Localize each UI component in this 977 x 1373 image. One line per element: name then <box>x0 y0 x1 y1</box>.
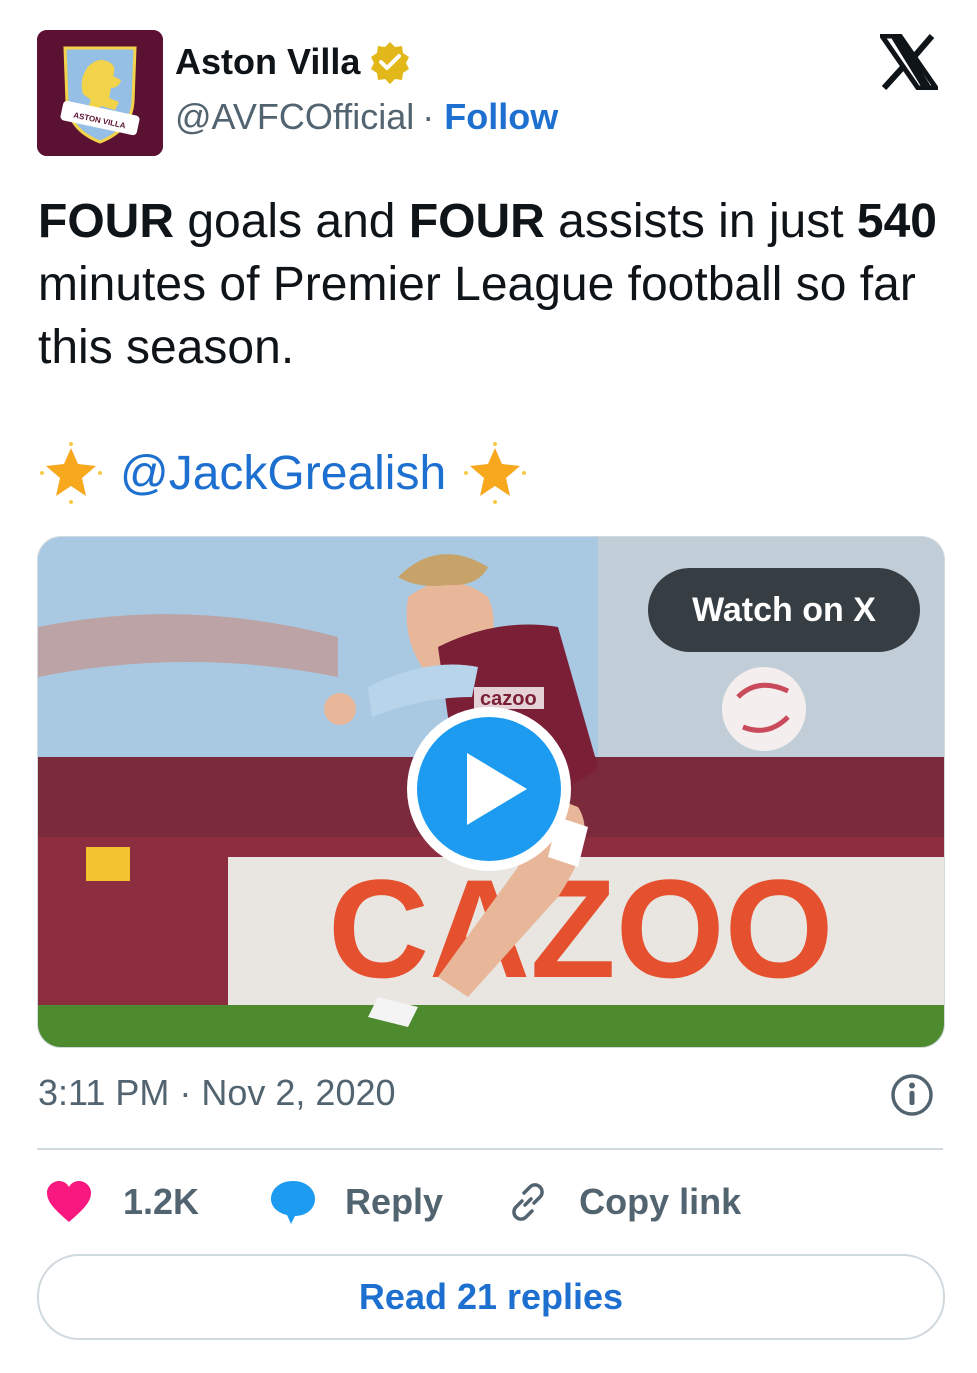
info-icon[interactable] <box>890 1073 934 1117</box>
copy-link-label: Copy link <box>579 1181 742 1222</box>
like-button[interactable]: 1.2K <box>45 1180 199 1224</box>
author-handle-row: @AVFCOfficial · Follow <box>175 96 558 138</box>
copy-link-button[interactable]: Copy link <box>505 1179 741 1225</box>
follow-button[interactable]: Follow <box>444 96 558 138</box>
tweet-text-bold: FOUR <box>38 195 174 248</box>
tweet-text-segment: assists in just <box>544 195 857 248</box>
mention-row: @JackGrealish <box>38 440 528 506</box>
verified-badge-icon <box>371 42 410 84</box>
aston-villa-crest-icon: ASTON VILLA <box>37 30 163 156</box>
reply-label: Reply <box>345 1181 444 1222</box>
glowing-star-icon <box>464 442 527 504</box>
glowing-star-icon <box>40 442 102 504</box>
mention-link[interactable]: @JackGrealish <box>120 446 446 501</box>
tweet-text: FOUR goals and FOUR assists in just 540 … <box>38 190 943 379</box>
action-bar: 1.2K Reply Copy link <box>37 1170 943 1234</box>
watch-on-x-button[interactable]: Watch on X <box>648 568 920 652</box>
tweet-text-segment: minutes of Premier League football so fa… <box>38 258 916 374</box>
author-name-row: Aston Villa <box>175 40 412 84</box>
tweet-text-segment: goals and <box>173 195 409 248</box>
link-icon <box>512 1183 544 1221</box>
read-replies-button[interactable]: Read 21 replies <box>37 1254 945 1340</box>
x-logo-icon[interactable] <box>880 34 938 90</box>
dot-separator: · <box>422 96 435 137</box>
heart-icon <box>47 1181 91 1222</box>
reply-button[interactable]: Reply <box>269 1179 443 1225</box>
like-count: 1.2K <box>123 1181 200 1222</box>
play-icon[interactable] <box>403 703 575 875</box>
divider <box>37 1148 943 1150</box>
avatar[interactable]: ASTON VILLA <box>37 30 163 156</box>
author-handle[interactable]: @AVFCOfficial <box>175 96 414 138</box>
tweet-timestamp[interactable]: 3:11 PM · Nov 2, 2020 <box>38 1072 396 1114</box>
tweet-text-bold: FOUR <box>408 195 545 248</box>
author-name[interactable]: Aston Villa <box>175 41 360 83</box>
reply-bubble-icon <box>271 1181 316 1224</box>
tweet-text-bold: 540 <box>856 195 937 248</box>
